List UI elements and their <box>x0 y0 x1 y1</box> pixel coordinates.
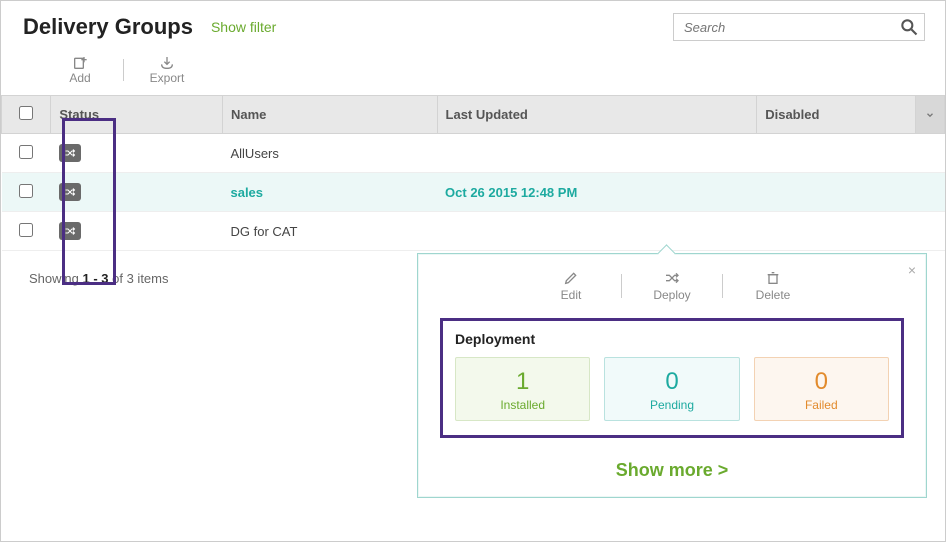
failed-stat[interactable]: 0 Failed <box>754 357 889 421</box>
edit-label: Edit <box>561 288 582 302</box>
show-more-link[interactable]: Show more > <box>418 448 926 497</box>
add-button[interactable]: Add <box>59 55 101 85</box>
table-row[interactable]: AllUsers <box>2 134 945 173</box>
row-name: DG for CAT <box>222 212 437 251</box>
col-more[interactable] <box>915 96 944 134</box>
page-header: Delivery Groups Show filter <box>1 1 945 49</box>
table-row[interactable]: DG for CAT <box>2 212 945 251</box>
search-wrap <box>673 13 925 41</box>
show-filter-link[interactable]: Show filter <box>211 19 276 35</box>
failed-label: Failed <box>755 398 888 412</box>
row-checkbox[interactable] <box>19 223 33 237</box>
table-row[interactable]: sales Oct 26 2015 12:48 PM <box>2 173 945 212</box>
deploy-label: Deploy <box>653 288 690 302</box>
pending-stat[interactable]: 0 Pending <box>604 357 739 421</box>
pending-count: 0 <box>605 368 738 396</box>
delete-label: Delete <box>756 288 791 302</box>
col-disabled[interactable]: Disabled <box>757 96 916 134</box>
row-checkbox[interactable] <box>19 184 33 198</box>
col-name[interactable]: Name <box>222 96 437 134</box>
shuffle-icon <box>59 183 81 201</box>
popover-sep <box>722 274 723 298</box>
search-icon[interactable] <box>899 17 919 37</box>
row-popover: × Edit Deploy Delete Deployment 1 Instal… <box>417 253 927 498</box>
col-checkbox <box>2 96 51 134</box>
export-label: Export <box>150 71 185 85</box>
toolbar-divider <box>123 59 124 81</box>
close-icon[interactable]: × <box>908 262 916 278</box>
row-name: sales <box>222 173 437 212</box>
select-all-checkbox[interactable] <box>19 106 33 120</box>
popover-actions: Edit Deploy Delete <box>418 254 926 312</box>
shuffle-icon <box>59 222 81 240</box>
export-button[interactable]: Export <box>146 55 188 85</box>
row-last <box>437 134 757 173</box>
row-checkbox[interactable] <box>19 145 33 159</box>
row-last: Oct 26 2015 12:48 PM <box>437 173 757 212</box>
deploy-button[interactable]: Deploy <box>640 270 704 302</box>
installed-label: Installed <box>456 398 589 412</box>
chevron-down-icon <box>924 110 936 120</box>
popover-sep <box>621 274 622 298</box>
installed-stat[interactable]: 1 Installed <box>455 357 590 421</box>
edit-button[interactable]: Edit <box>539 270 603 302</box>
shuffle-icon <box>59 144 81 162</box>
failed-count: 0 <box>755 368 888 396</box>
col-status[interactable]: Status <box>51 96 223 134</box>
installed-count: 1 <box>456 368 589 396</box>
deployment-panel: Deployment 1 Installed 0 Pending 0 Faile… <box>440 318 904 438</box>
row-name: AllUsers <box>222 134 437 173</box>
toolbar: Add Export <box>1 49 945 95</box>
pending-label: Pending <box>605 398 738 412</box>
add-label: Add <box>69 71 90 85</box>
delete-button[interactable]: Delete <box>741 270 805 302</box>
deployment-title: Deployment <box>455 331 889 347</box>
page-title: Delivery Groups <box>23 14 193 40</box>
search-input[interactable] <box>673 13 925 41</box>
row-last <box>437 212 757 251</box>
col-last-updated[interactable]: Last Updated <box>437 96 757 134</box>
delivery-groups-table: Status Name Last Updated Disabled AllUse… <box>1 95 945 251</box>
